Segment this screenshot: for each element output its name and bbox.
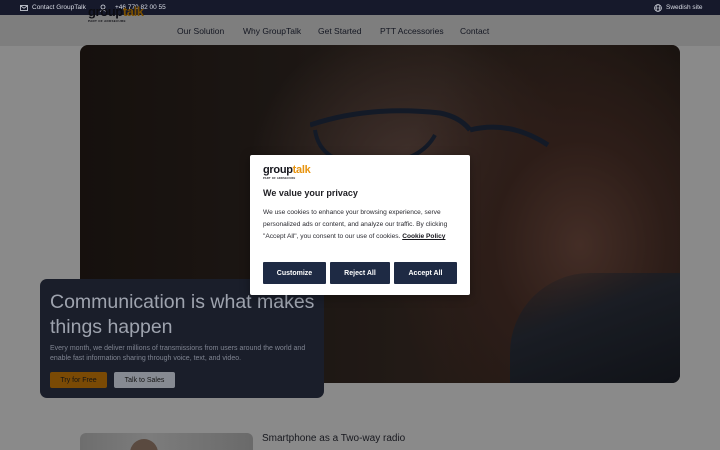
logo-word-talk: talk (122, 4, 144, 19)
talk-to-sales-button[interactable]: Talk to Sales (114, 372, 175, 388)
contact-link[interactable]: Contact GroupTalk (20, 0, 86, 15)
grouptalk-logo[interactable]: grouptalk PART OF ADDSECURE (88, 5, 150, 27)
hero-title: Communication is what makes things happe… (50, 291, 315, 338)
section2-image (80, 433, 253, 450)
cookie-consent-dialog: grouptalk PART OF ADDSECURE We value you… (250, 155, 470, 295)
contact-link-label: Contact GroupTalk (32, 4, 86, 11)
cookie-policy-link[interactable]: Cookie Policy (402, 233, 445, 240)
nav-get-started[interactable]: Get Started (318, 15, 361, 46)
hero-card: Communication is what makes things happe… (40, 279, 324, 398)
logo-word-group: group (88, 4, 123, 19)
section2-title: Smartphone as a Two-way radio (262, 433, 406, 444)
consent-title: We value your privacy (263, 188, 358, 198)
nav-contact[interactable]: Contact (460, 15, 489, 46)
language-switch-label: Swedish site (666, 4, 703, 11)
consent-logo: grouptalk PART OF ADDSECURE (263, 164, 311, 181)
nav-why-grouptalk[interactable]: Why GroupTalk (243, 15, 301, 46)
globe-icon (654, 3, 662, 12)
consent-body: We use cookies to enhance your browsing … (263, 207, 459, 243)
consent-logo-tagline: PART OF ADDSECURE (263, 177, 296, 180)
mail-icon (20, 4, 28, 11)
section2-photo-person (130, 439, 158, 450)
language-switch[interactable]: Swedish site (654, 0, 703, 15)
try-for-free-button[interactable]: Try for Free (50, 372, 107, 388)
hero-subtitle: Every month, we deliver millions of tran… (50, 345, 306, 362)
consent-logo-word-group: group (263, 164, 293, 176)
nav-our-solution[interactable]: Our Solution (177, 15, 224, 46)
accept-all-button[interactable]: Accept All (394, 262, 457, 284)
customize-button[interactable]: Customize (263, 262, 326, 284)
reject-all-button[interactable]: Reject All (330, 262, 390, 284)
consent-logo-wordmark: grouptalk (263, 164, 311, 176)
nav-ptt-accessories[interactable]: PTT Accessories (380, 15, 444, 46)
logo-wordmark: grouptalk (88, 5, 150, 18)
consent-logo-word-talk: talk (292, 164, 311, 176)
logo-tagline: PART OF ADDSECURE (88, 19, 126, 23)
